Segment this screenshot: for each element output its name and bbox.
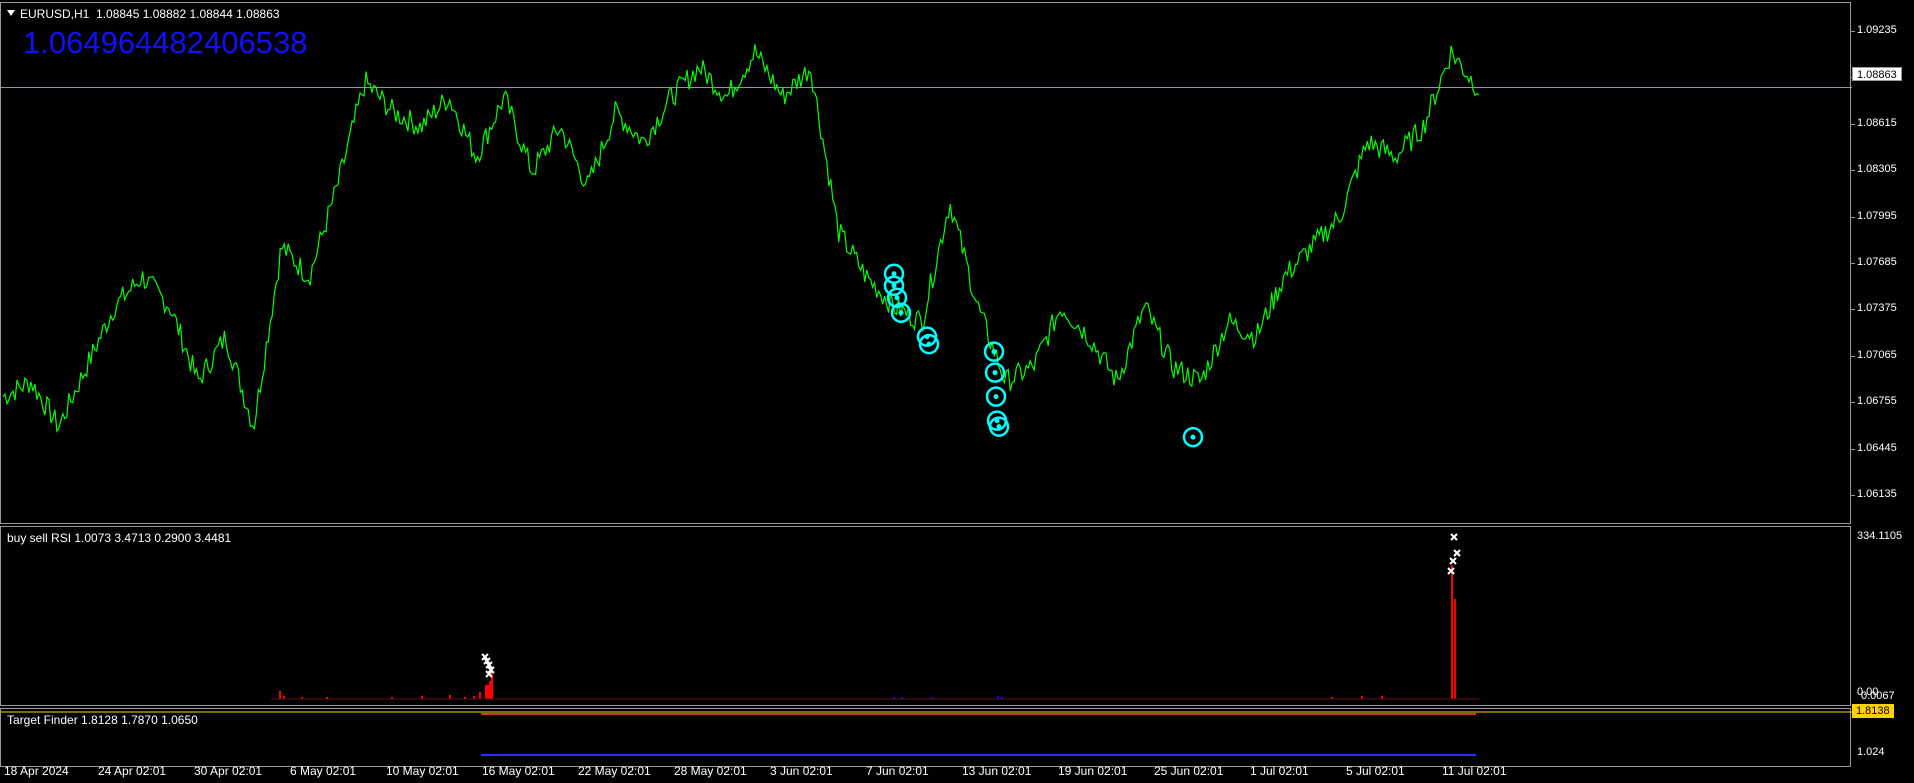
price-tick [1851, 123, 1855, 125]
price-tick [1851, 216, 1855, 218]
rsi-bar [479, 692, 481, 699]
price-tick [1851, 355, 1855, 357]
price-tick-label: 1.07685 [1857, 256, 1897, 268]
price-chart-svg [1, 44, 1852, 448]
rsi-bar [489, 681, 491, 699]
price-tick-label: 1.09235 [1857, 23, 1897, 36]
price-tick-label: 1.06445 [1857, 441, 1897, 454]
rsi-bar [449, 695, 451, 699]
time-axis-label: 25 Jun 02:01 [1154, 764, 1224, 778]
price-tick-label: 1.07065 [1857, 348, 1897, 361]
time-axis-label: 16 May 02:01 [482, 764, 555, 778]
price-tick-label: 1.08305 [1857, 163, 1897, 176]
price-tick [1851, 170, 1855, 172]
time-axis-label: 28 May 02:01 [674, 764, 747, 778]
rsi-scale-overlap: 0.0067 [1861, 690, 1895, 702]
time-axis-label: 3 Jun 02:01 [770, 764, 833, 778]
price-tick [1851, 309, 1855, 311]
time-axis-label: 7 Jun 02:01 [866, 764, 929, 778]
price-tick-label: 1.06135 [1857, 488, 1897, 501]
price-tick-label: 1.07375 [1857, 302, 1897, 315]
price-tick [1851, 263, 1855, 264]
rsi-histogram-svg [271, 533, 1479, 700]
current-price-tag: 1.08863 [1852, 67, 1902, 81]
time-axis-label: 19 Jun 02:01 [1058, 764, 1128, 778]
price-chart-pane[interactable]: EURUSD,H1 1.08845 1.08882 1.08844 1.0886… [0, 2, 1852, 524]
target-finder-scale-bottom: 1.024 [1857, 746, 1885, 758]
rsi-scale[interactable]: 334.1105 0.00 0.0067 [1851, 526, 1914, 706]
time-axis-label: 10 May 02:01 [386, 764, 459, 778]
rsi-bar [1451, 565, 1453, 699]
signal-circle-icon [985, 386, 1007, 407]
price-tick [1851, 495, 1855, 497]
signal-circle-icon [1182, 426, 1204, 448]
price-tick [1851, 448, 1855, 450]
price-series-line [2, 44, 1480, 433]
target-finder-pane[interactable]: Target Finder 1.8128 1.7870 1.0650 [0, 708, 1852, 767]
rsi-indicator-pane[interactable]: buy sell RSI 1.0073 3.4713 0.2900 3.4481 [0, 526, 1851, 706]
price-tick [1851, 402, 1855, 404]
time-axis-label: 11 Jul 02:01 [1442, 764, 1507, 778]
target-finder-tag: 1.8138 [1852, 704, 1894, 718]
time-axis-label: 24 Apr 02:01 [98, 764, 167, 778]
time-axis-label: 22 May 02:01 [578, 764, 651, 778]
rsi-x-marker-icon [1449, 557, 1457, 565]
time-axis-label: 18 Apr 2024 [4, 764, 69, 778]
signal-circle-icon [983, 341, 1005, 362]
time-axis-label: 6 May 02:01 [290, 764, 357, 778]
time-axis-label: 13 Jun 02:01 [962, 764, 1032, 778]
price-tick [1851, 30, 1855, 32]
rsi-bar [485, 685, 487, 699]
rsi-x-marker-icon [1453, 549, 1461, 557]
rsi-bar [487, 685, 489, 699]
time-axis-label: 5 Jul 02:01 [1346, 764, 1405, 778]
time-axis[interactable]: 18 Apr 2024 24 Apr 02:01 30 Apr 02:01 6 May… [0, 761, 1851, 783]
signal-circle-icon [883, 275, 905, 296]
rsi-x-marker-icon [1450, 533, 1458, 541]
price-tick-label: 1.07995 [1857, 209, 1897, 222]
price-tick-label: 1.06755 [1857, 395, 1897, 408]
target-finder-svg [1, 711, 1852, 756]
price-tick-label: 1.08615 [1857, 116, 1897, 129]
time-axis-label: 30 Apr 02:01 [194, 764, 263, 778]
rsi-bar [279, 691, 281, 699]
rsi-bar [1454, 599, 1456, 699]
time-axis-label: 1 Jul 02:01 [1250, 764, 1309, 778]
rsi-scale-top: 334.1105 [1857, 530, 1903, 542]
